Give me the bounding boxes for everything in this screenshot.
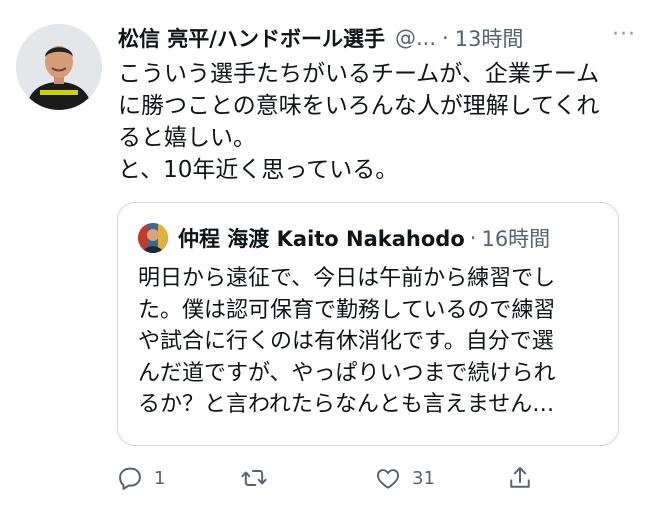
reply-icon [119, 467, 141, 490]
tweet-text-line: と、10年近く思っている。 [118, 157, 399, 183]
reply-button[interactable]: 1 [116, 456, 165, 500]
quoted-tweet-header: 仲程 海渡 Kaito Nakahodo · 16時間 [178, 222, 604, 254]
tweet-text: こういう選手たちがいるチームが、企業チーム に勝つことの意味をいろんな人が理解し… [118, 58, 628, 186]
author-name[interactable]: 松信 亮平/ハンドボール選手 [118, 23, 385, 53]
retweet-button[interactable] [240, 456, 278, 500]
reply-count: 1 [154, 467, 166, 489]
action-bar: 1 31 [116, 456, 546, 500]
tweet-header: 松信 亮平/ハンドボール選手 @... · 13時間 [118, 22, 634, 54]
more-icon[interactable]: ··· [612, 22, 636, 47]
separator-dot: · [469, 226, 477, 250]
quoted-tweet[interactable]: 仲程 海渡 Kaito Nakahodo · 16時間 明日から遠征で、今日は午… [117, 202, 619, 446]
quoted-author-name: 仲程 海渡 Kaito Nakahodo [178, 227, 465, 251]
quoted-tweet-text: 明日から遠征で、今日は午前から練習でし た。僕は認可保育で勤務しているので練習 … [138, 263, 608, 421]
author-handle[interactable]: @... [395, 26, 436, 50]
share-button[interactable] [506, 456, 534, 500]
like-count: 31 [412, 467, 435, 489]
quoted-tweet-time: 16時間 [481, 227, 551, 251]
tweet-text-line: ると嬉しい。 [118, 125, 256, 151]
quoted-text-line: んだ道ですが、やっぱりいつまで続けられ [138, 360, 556, 386]
quoted-text-line: た。僕は認可保育で勤務しているので練習 [138, 297, 556, 323]
quoted-text-line: 明日から遠征で、今日は午前から練習でし [138, 266, 556, 291]
share-icon [510, 467, 530, 488]
quoted-text-line: や試合に行くのは有休消化です。自分で選 [138, 329, 554, 354]
quoted-author-avatar [138, 223, 168, 253]
like-button[interactable]: 31 [374, 456, 435, 500]
author-avatar[interactable] [16, 24, 102, 110]
retweet-icon [241, 470, 267, 486]
tweet-time[interactable]: 13時間 [455, 23, 524, 53]
quoted-text-line: るか？と言われたらなんとも言えません… [138, 392, 555, 417]
separator-dot: · [442, 26, 449, 50]
tweet-text-line: こういう選手たちがいるチームが、企業チーム [118, 61, 600, 87]
tweet-text-line: に勝つことの意味をいろんな人が理解してくれ [118, 93, 600, 119]
like-icon [376, 469, 400, 489]
tweet: 松信 亮平/ハンドボール選手 @... · 13時間 ··· こういう選手たちが… [0, 0, 650, 514]
